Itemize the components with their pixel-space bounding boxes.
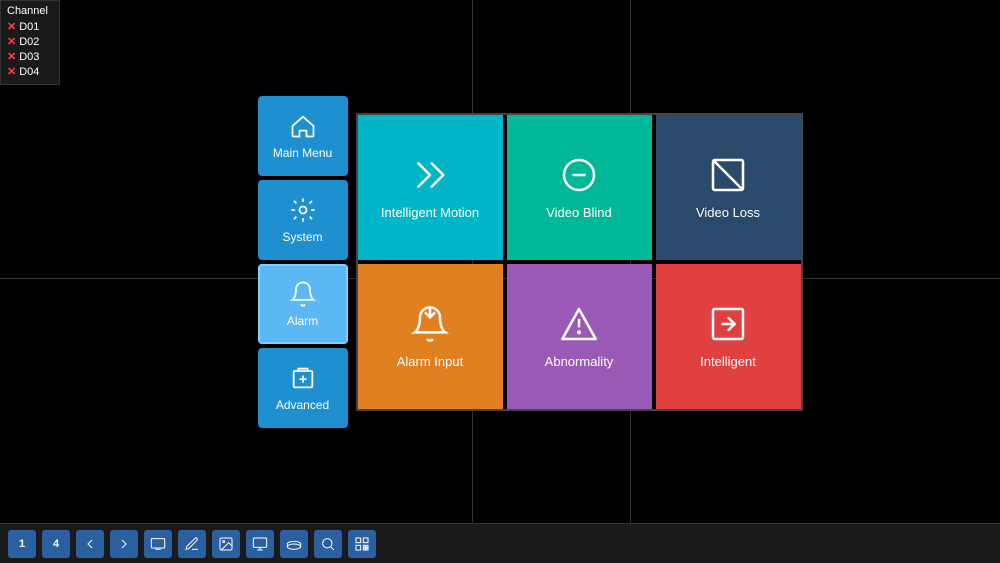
main-menu-label: Main Menu — [273, 146, 332, 160]
advanced-tile[interactable]: Advanced — [258, 348, 348, 428]
alarm-label: Alarm — [287, 314, 318, 328]
channel-panel: Channel ✕ D01 ✕ D02 ✕ D03 ✕ D04 — [0, 0, 60, 85]
intelligent-label: Intelligent — [700, 354, 756, 369]
ch-x-icon: ✕ — [7, 20, 16, 33]
system-tile[interactable]: System — [258, 180, 348, 260]
taskbar-btn-screen[interactable] — [144, 530, 172, 558]
home-icon — [289, 112, 317, 140]
taskbar-btn-qr[interactable] — [348, 530, 376, 558]
alarm-input-label: Alarm Input — [397, 354, 463, 369]
hdd-icon — [286, 536, 302, 552]
alarm-input-tile[interactable]: Alarm Input — [358, 264, 503, 409]
video-blind-tile[interactable]: Video Blind — [507, 115, 652, 260]
channel-d02: ✕ D02 — [7, 35, 53, 48]
system-label: System — [282, 230, 322, 244]
minus-circle-icon — [559, 155, 599, 195]
left-menu: Main Menu System Alarm Advanced — [258, 96, 348, 428]
taskbar-btn-hdd[interactable] — [280, 530, 308, 558]
search-icon — [320, 536, 336, 552]
warning-icon — [559, 304, 599, 344]
screen-icon — [150, 536, 166, 552]
ch-x-icon: ✕ — [7, 50, 16, 63]
alarm-tile[interactable]: Alarm — [258, 264, 348, 344]
channel-d03: ✕ D03 — [7, 50, 53, 63]
gear-icon — [289, 196, 317, 224]
taskbar-btn-pen[interactable] — [178, 530, 206, 558]
taskbar-btn-monitor[interactable] — [246, 530, 274, 558]
taskbar-btn-forward[interactable] — [110, 530, 138, 558]
back-icon — [82, 536, 98, 552]
intelligent-motion-tile[interactable]: Intelligent Motion — [358, 115, 503, 260]
taskbar-btn-image[interactable] — [212, 530, 240, 558]
intelligent-motion-label: Intelligent Motion — [381, 205, 479, 220]
video-loss-label: Video Loss — [696, 205, 760, 220]
ch-x-icon: ✕ — [7, 35, 16, 48]
monitor-icon — [252, 536, 268, 552]
channel-title: Channel — [7, 5, 53, 17]
taskbar-btn-back[interactable] — [76, 530, 104, 558]
motion-icon — [410, 155, 450, 195]
box-icon — [289, 364, 317, 392]
bell-icon — [289, 280, 317, 308]
ch-x-icon: ✕ — [7, 65, 16, 78]
channel-d01: ✕ D01 — [7, 20, 53, 33]
taskbar-btn-1[interactable]: 1 — [8, 530, 36, 558]
right-grid: Intelligent Motion Video Blind Video Los… — [356, 113, 803, 411]
image-icon — [218, 536, 234, 552]
abnormality-label: Abnormality — [545, 354, 614, 369]
channel-d04: ✕ D04 — [7, 65, 53, 78]
slash-box-icon — [708, 155, 748, 195]
bell-down-icon — [410, 304, 450, 344]
video-loss-tile[interactable]: Video Loss — [656, 115, 801, 260]
video-blind-label: Video Blind — [546, 205, 612, 220]
qr-icon — [354, 536, 370, 552]
abnormality-tile[interactable]: Abnormality — [507, 264, 652, 409]
pen-icon — [184, 536, 200, 552]
main-menu-tile[interactable]: Main Menu — [258, 96, 348, 176]
main-area: Main Menu System Alarm Advanced — [60, 0, 1000, 523]
taskbar: 1 4 — [0, 523, 1000, 563]
taskbar-btn-4[interactable]: 4 — [42, 530, 70, 558]
intelligent-tile[interactable]: Intelligent — [656, 264, 801, 409]
taskbar-btn-search[interactable] — [314, 530, 342, 558]
forward-icon — [116, 536, 132, 552]
arrow-right-box-icon — [708, 304, 748, 344]
advanced-label: Advanced — [276, 398, 329, 412]
